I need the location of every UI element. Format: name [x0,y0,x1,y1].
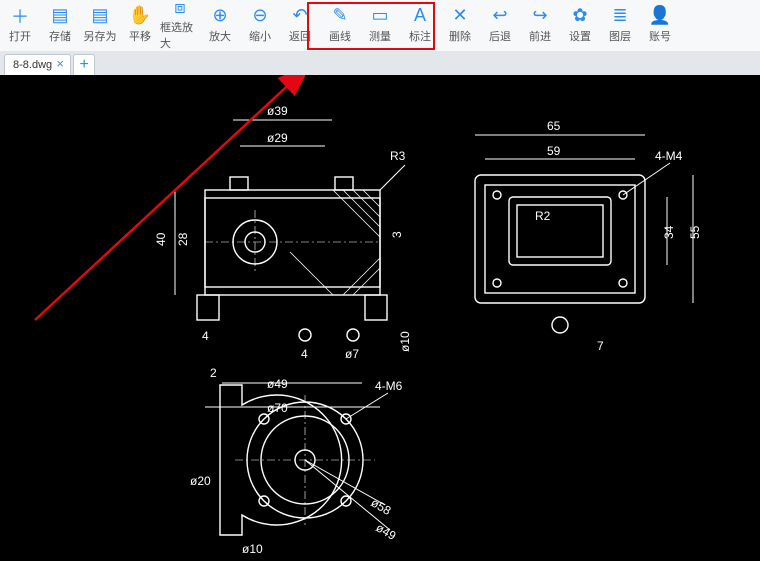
save-button[interactable]: ▤存储 [40,3,80,45]
delete-button[interactable]: ✕删除 [440,3,480,45]
tab-active[interactable]: 8-8.dwg × [4,54,71,75]
settings-button-label: 设置 [569,28,591,44]
dim-R2: R2 [535,209,551,223]
zoom-back-button-label: 返回 [289,28,311,44]
measure-button-icon: ▭ [371,5,388,27]
undo-button-label: 后退 [489,28,511,44]
dim-d7: ø7 [345,347,359,361]
zoom-back-button[interactable]: ↶返回 [280,3,320,45]
measure-button[interactable]: ▭测量 [360,3,400,45]
close-icon[interactable]: × [54,58,66,70]
dim-d10v3: ø10 [242,542,263,556]
zoom-out-button-icon: ⊖ [252,5,267,27]
dim-d58: ø58 [369,495,394,518]
dim-d10r: ø10 [398,331,412,352]
pan-button-label: 平移 [129,28,151,44]
saveas-button-label: 另存为 [84,28,117,44]
dim-4M4: 4-M4 [655,149,683,163]
draw-line-button-label: 画线 [329,28,351,44]
zoom-in-button-label: 放大 [209,28,231,44]
undo-button[interactable]: ↩后退 [480,3,520,45]
dim-65: 65 [547,119,561,133]
open-button-icon: ＋ [11,5,29,27]
dim-4a: 4 [202,329,209,343]
dim-28: 28 [176,232,190,246]
dim-40: 40 [154,232,168,246]
zoom-in-button-icon: ⊕ [212,5,227,27]
delete-button-icon: ✕ [452,5,467,27]
zoom-out-button[interactable]: ⊖缩小 [240,3,280,45]
saveas-button-icon: ▤ [91,5,108,27]
draw-line-button-icon: ✎ [332,5,347,27]
tab-bar: 8-8.dwg × + [0,51,760,75]
dim-59: 59 [547,144,561,158]
open-button-label: 打开 [9,28,31,44]
redo-button[interactable]: ↪前进 [520,3,560,45]
pan-button[interactable]: ✋平移 [120,3,160,45]
open-button[interactable]: ＋打开 [0,3,40,45]
layers-button[interactable]: ≣图层 [600,3,640,45]
dim-R3: R3 [390,149,406,163]
draw-line-button[interactable]: ✎画线 [320,3,360,45]
redo-button-label: 前进 [529,28,551,44]
settings-button[interactable]: ✿设置 [560,3,600,45]
annotate-button[interactable]: A标注 [400,3,440,45]
measure-button-label: 测量 [369,28,391,44]
toolbar: ＋打开▤存储▤另存为✋平移⧈框选放大⊕放大⊖缩小↶返回✎画线▭测量A标注✕删除↩… [0,0,760,51]
saveas-button[interactable]: ▤另存为 [80,3,120,45]
layers-button-icon: ≣ [612,5,627,27]
dim-4M6: 4-M6 [375,379,403,393]
dim-d20: ø20 [190,474,211,488]
pan-button-icon: ✋ [129,5,151,27]
zoom-back-button-icon: ↶ [292,5,307,27]
dim-7: 7 [597,339,604,353]
save-button-icon: ▤ [51,5,68,27]
zoom-window-button[interactable]: ⧈框选放大 [160,3,200,45]
redo-button-icon: ↪ [532,5,547,27]
layers-button-label: 图层 [609,28,631,44]
account-button-icon: 👤 [649,5,671,27]
dim-v3-2: 2 [210,366,217,380]
delete-button-label: 删除 [449,28,471,44]
tab-label: 8-8.dwg [13,59,52,71]
annotate-button-icon: A [414,5,426,27]
undo-button-icon: ↩ [492,5,507,27]
annotate-button-label: 标注 [409,28,431,44]
zoom-out-button-label: 缩小 [249,28,271,44]
dim-d39: ø39 [267,104,288,118]
settings-button-icon: ✿ [572,5,587,27]
dim-3: 3 [390,231,404,238]
drawing-canvas[interactable]: ø39 ø29 R3 40 28 3 ø10 4 4 ø7 ø49 ø70 65… [0,75,760,561]
account-button[interactable]: 👤账号 [640,3,680,45]
zoom-window-button-label: 框选放大 [160,19,200,51]
dim-d49: ø49 [267,377,288,391]
account-button-label: 账号 [649,28,671,44]
dim-d29: ø29 [267,131,288,145]
dim-d49v3: ø49 [374,520,399,543]
dim-34: 34 [662,225,676,239]
zoom-in-button[interactable]: ⊕放大 [200,3,240,45]
tab-add-button[interactable]: + [73,54,95,75]
dim-4b: 4 [301,347,308,361]
save-button-label: 存储 [49,28,71,44]
dim-55: 55 [688,225,702,239]
zoom-window-button-icon: ⧈ [174,0,185,18]
